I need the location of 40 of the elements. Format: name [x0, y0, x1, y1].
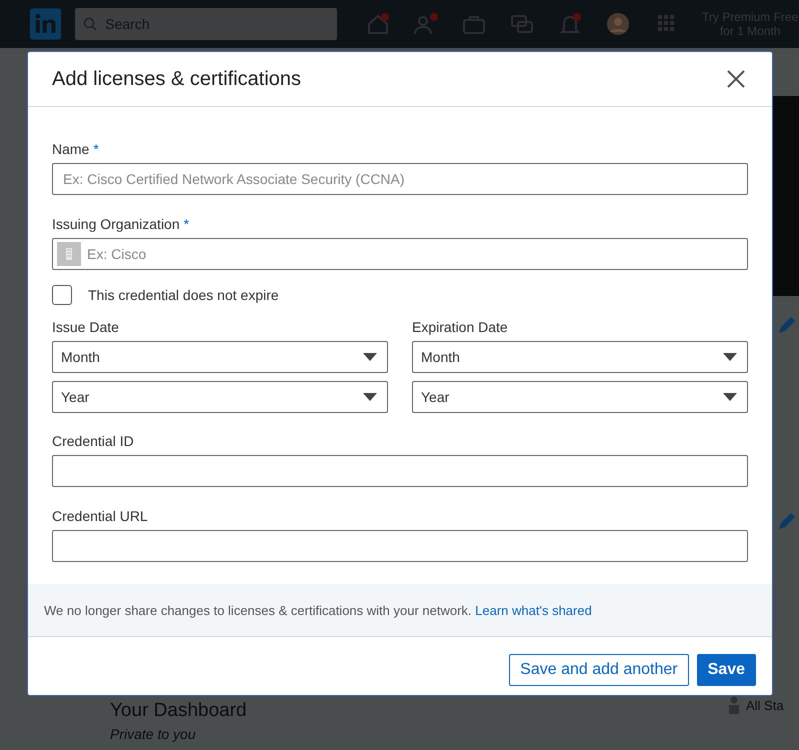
dashboard-title: Your Dashboard [110, 700, 248, 722]
dropdown[interactable]: Month [52, 341, 388, 373]
caret-icon [723, 393, 737, 401]
avatar-icon[interactable] [605, 12, 632, 36]
side-text: All Sta [746, 698, 784, 712]
caret-icon [723, 353, 737, 361]
building-icon [57, 242, 81, 266]
person-icon [728, 696, 740, 714]
caret-icon [363, 353, 377, 361]
field-label: Issuing Organization [52, 216, 180, 232]
logo-icon[interactable] [30, 8, 62, 40]
chat-icon[interactable] [509, 12, 536, 36]
field-label: Name [52, 141, 90, 157]
dropdown[interactable]: Year [412, 381, 748, 413]
home-icon[interactable] [365, 12, 392, 36]
text-field[interactable]: Ex: Cisco Certified Network Associate Security (CCNA) [52, 163, 748, 195]
required-mark: * [93, 141, 99, 157]
required-mark: * [184, 216, 190, 232]
field-label: Issue Date [52, 319, 119, 335]
text-field[interactable] [52, 530, 748, 562]
checkbox-label: This credential does not expire [88, 287, 279, 303]
pencil-icon[interactable] [776, 512, 796, 532]
field-label: Credential ID [52, 433, 134, 449]
learn-link[interactable]: Learn what's shared [475, 602, 592, 618]
bell-icon[interactable] [557, 12, 584, 36]
save-button[interactable]: Save [696, 654, 756, 686]
caret-icon [363, 393, 377, 401]
dialog-title: Add licenses & certifications [52, 68, 302, 90]
field-label: Credential URL [52, 508, 148, 524]
search-icon [83, 17, 98, 31]
notice-text: We no longer share changes to licenses & certifications with your network. Learn what's shared [44, 602, 592, 618]
field-label: Expiration Date [412, 319, 508, 335]
people-icon[interactable] [413, 12, 440, 36]
dropdown[interactable]: Year [52, 381, 388, 413]
dashboard-subtitle: Private to you [110, 726, 197, 742]
pencil-icon[interactable] [776, 316, 796, 336]
text-field[interactable] [52, 455, 748, 487]
save-and-add-button[interactable]: Save and add another [509, 654, 689, 686]
dropdown[interactable]: Month [412, 341, 748, 373]
checkbox[interactable] [52, 285, 72, 305]
